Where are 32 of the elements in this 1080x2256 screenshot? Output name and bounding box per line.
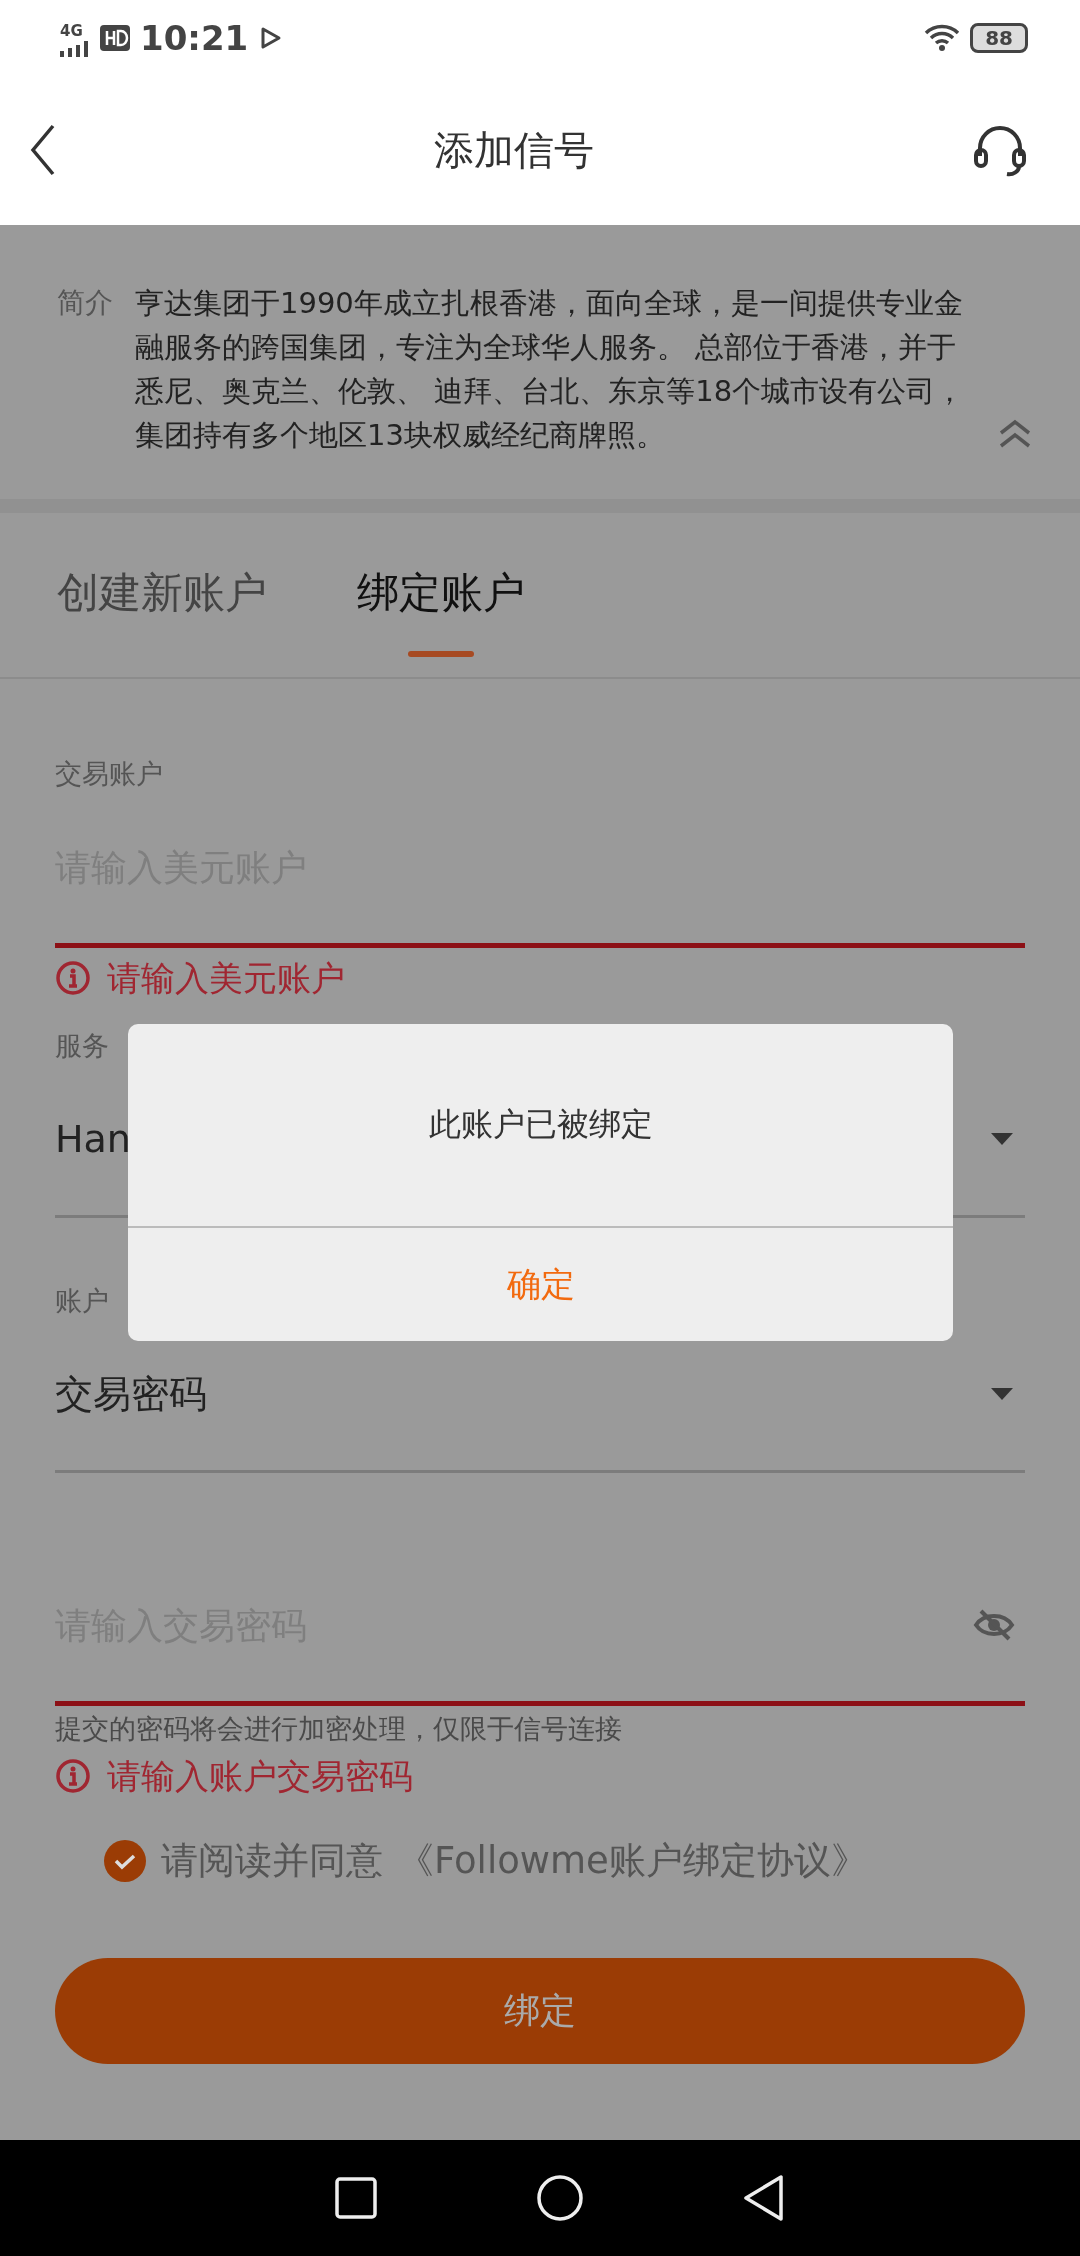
wifi-icon [924, 23, 961, 52]
agreement-text: 请阅读并同意 [161, 1838, 383, 1884]
field-label: 服务 [55, 1029, 109, 1063]
company-description: 亨达集团于1990年成立扎根香港，面向全球，是一间提供专业金融服务的跨国集团，专注为全球华人服务。 总部位于香港，并于悉尼、奥克兰、伦敦、 迪拜、台北、东京等18个城市设有公司，集团持有多个地区13块权威经纪商牌照。 [135, 285, 966, 454]
error-icon [55, 1758, 91, 1794]
error-message: 请输入账户交易密码 [107, 1756, 413, 1796]
bind-button[interactable]: 绑定 [55, 1958, 1025, 2064]
hint-text: 提交的密码将会进行加密处理，仅限于信号连接 [55, 1712, 622, 1746]
dialog-message: 此账户已被绑定 [128, 1024, 953, 1228]
field-label: 账户 [55, 1284, 109, 1318]
error-icon [55, 960, 91, 996]
home-icon[interactable] [536, 2174, 584, 2222]
recent-apps-icon[interactable] [334, 2177, 377, 2219]
page-title: 添加信号 [434, 125, 594, 175]
hd-icon [100, 24, 130, 51]
back-nav-icon[interactable] [743, 2174, 786, 2222]
checkbox[interactable] [103, 1839, 147, 1883]
agreement-link[interactable]: 《Followme账户绑定协议》 [397, 1836, 868, 1886]
error-message: 请输入美元账户 [107, 958, 345, 998]
tab[interactable]: 绑定账户 [357, 513, 525, 677]
intro-label: 简介 [57, 285, 114, 321]
network-label: 4G [60, 22, 83, 39]
back-icon[interactable] [30, 124, 56, 176]
dropdown-arrow-icon [991, 1133, 1013, 1145]
signal-icon [60, 40, 90, 57]
clock: 10:21 [140, 17, 249, 58]
collapse-icon[interactable] [998, 419, 1032, 449]
hidden-eye-icon[interactable] [973, 1607, 1015, 1643]
tab[interactable]: 创建新账户 [57, 513, 267, 677]
field-label: 交易账户 [55, 757, 163, 791]
dropdown-arrow-icon [991, 1388, 1013, 1400]
battery-indicator: 88 [970, 22, 1028, 53]
